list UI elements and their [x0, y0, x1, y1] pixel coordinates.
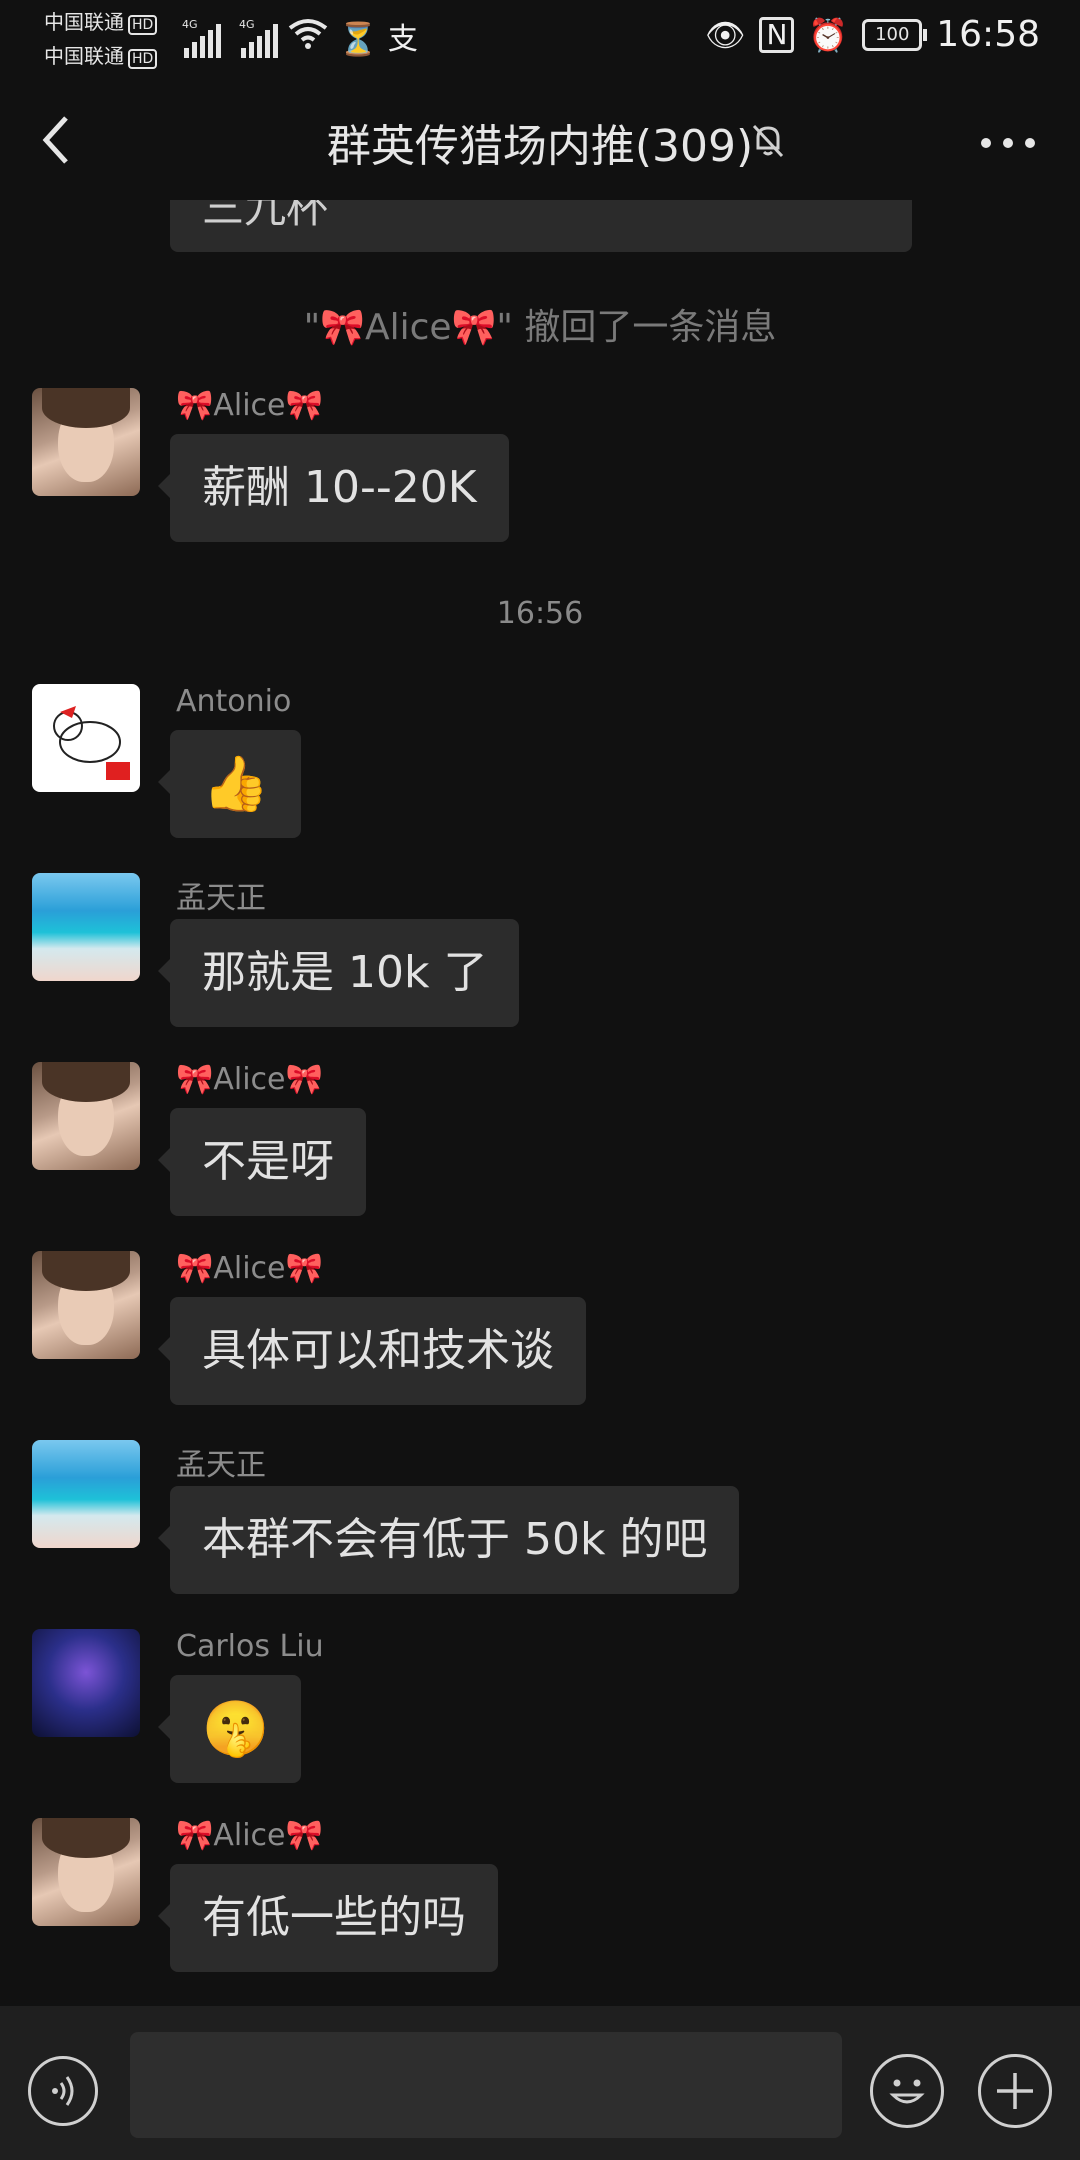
plus-icon: [997, 2073, 1033, 2109]
message-bubble[interactable]: 👍: [157, 730, 302, 838]
message-bubble[interactable]: 本群不会有低于 50k 的吧: [157, 1486, 740, 1594]
sender-name: Antonio: [176, 684, 292, 719]
mute-bell-icon: [748, 120, 788, 160]
avatar-alice[interactable]: [32, 1818, 140, 1926]
sender-name: 🎀Alice🎀: [176, 1251, 323, 1286]
emoji-icon: [889, 2079, 925, 2104]
avatar-alice[interactable]: [32, 1062, 140, 1170]
recall-notice: "🎀Alice🎀" 撤回了一条消息: [303, 307, 777, 348]
signal-group: 4G 4G ⏳ 支: [182, 14, 418, 58]
message-bubble[interactable]: 🤫: [157, 1675, 302, 1783]
time-separator: 16:56: [496, 596, 584, 631]
status-bar: 中国联通 HD 中国联通 HD 4G 4G ⏳ 支 👁 N ⏰ 100 16:58: [0, 0, 1080, 72]
emoji-button[interactable]: [870, 2054, 944, 2128]
avatar-meng[interactable]: [32, 873, 140, 981]
message-list[interactable]: 三九杯 "🎀Alice🎀" 撤回了一条消息 🎀Alice🎀 薪酬 10--20K…: [0, 200, 1080, 2005]
wifi-icon: [288, 18, 328, 58]
sender-name: 🎀Alice🎀: [176, 1062, 323, 1097]
chat-header: 群英传猎场内推(309): [0, 80, 1080, 200]
carrier-label-2: 中国联通 HD: [44, 40, 158, 69]
signal-icon-1: 4G: [182, 18, 221, 58]
message-bubble[interactable]: 那就是 10k 了: [157, 919, 520, 1027]
sender-name: 🎀Alice🎀: [176, 388, 323, 423]
hd-badge-1: HD: [128, 15, 158, 35]
message-input[interactable]: [130, 2032, 842, 2138]
eye-icon: 👁: [704, 15, 746, 54]
sender-name: 孟天正: [176, 1448, 266, 1483]
more-options-button[interactable]: [976, 110, 1040, 170]
hourglass-icon: ⏳: [338, 20, 378, 58]
carrier-label-1: 中国联通 HD: [44, 6, 158, 35]
status-right: 👁 N ⏰ 100 16:58: [705, 14, 1040, 55]
more-functions-button[interactable]: [978, 2054, 1052, 2128]
avatar-antonio[interactable]: [32, 684, 140, 792]
voice-input-button[interactable]: [28, 2056, 98, 2126]
nfc-icon: N: [759, 16, 795, 53]
message-bubble[interactable]: 具体可以和技术谈: [158, 1297, 586, 1405]
signal-icon-2: 4G: [239, 18, 278, 58]
avatar-alice[interactable]: [32, 388, 140, 496]
sender-name: 孟天正: [176, 881, 266, 916]
hd-badge-2: HD: [128, 49, 158, 69]
voice-icon: [52, 2076, 74, 2106]
message-bubble[interactable]: 不是呀: [158, 1108, 366, 1216]
more-dots-icon: [981, 138, 1035, 148]
partial-message-text: 三九杯: [202, 200, 329, 232]
sender-name: 🎀Alice🎀: [176, 1818, 323, 1853]
avatar-meng[interactable]: [32, 1440, 140, 1548]
clock: 16:58: [936, 14, 1040, 55]
partial-message-bubble[interactable]: 三九杯: [170, 200, 912, 252]
alipay-icon: 支: [387, 22, 418, 57]
input-bar: [0, 2006, 1080, 2160]
alarm-icon: ⏰: [808, 15, 849, 54]
avatar-carlos[interactable]: [32, 1629, 140, 1737]
message-bubble[interactable]: 薪酬 10--20K: [158, 434, 509, 542]
message-bubble[interactable]: 有低一些的吗: [158, 1864, 498, 1972]
battery-icon: 100: [862, 18, 928, 51]
sender-name: Carlos Liu: [176, 1629, 324, 1664]
avatar-alice[interactable]: [32, 1251, 140, 1359]
chat-title: 群英传猎场内推(309): [326, 121, 754, 172]
